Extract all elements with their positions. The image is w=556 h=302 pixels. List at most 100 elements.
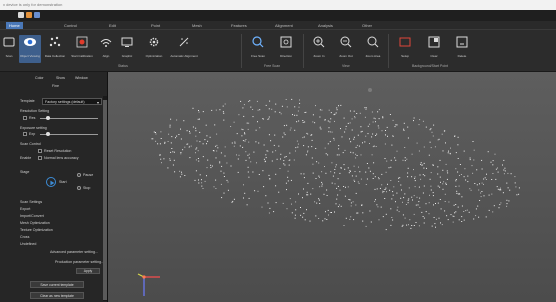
cloud-point bbox=[263, 158, 265, 160]
cloud-point bbox=[492, 164, 494, 166]
open-icon[interactable] bbox=[26, 12, 32, 18]
cloud-point bbox=[492, 160, 494, 162]
reset-template-button[interactable]: Clear as new template bbox=[30, 292, 84, 299]
zoom-in-button[interactable]: Zoom In bbox=[309, 35, 329, 63]
resolution-checkbox[interactable] bbox=[23, 116, 27, 120]
reset-resolution-checkbox[interactable] bbox=[38, 149, 42, 153]
scrollbar-thumb[interactable] bbox=[103, 100, 107, 300]
data-collection-button[interactable]: Data Collection bbox=[43, 35, 67, 63]
cloud-point bbox=[311, 157, 313, 159]
cloud-point bbox=[215, 188, 217, 189]
exposure-slider-handle[interactable] bbox=[46, 132, 50, 136]
cloud-point bbox=[407, 202, 409, 204]
cloud-point bbox=[466, 209, 468, 211]
clear-button[interactable]: Clear bbox=[425, 35, 443, 63]
production-parameter-link[interactable]: Production parameter setting... bbox=[55, 260, 104, 264]
cloud-point bbox=[167, 141, 169, 142]
cloud-point bbox=[445, 142, 446, 144]
object-viewing-button[interactable]: Object Viewing bbox=[19, 35, 41, 63]
list-item[interactable]: Import/Convert bbox=[20, 214, 44, 218]
cloud-point bbox=[438, 138, 440, 140]
start-play-button[interactable] bbox=[46, 177, 56, 187]
cloud-point bbox=[287, 176, 289, 178]
optimization-button[interactable]: Optimization bbox=[141, 35, 167, 63]
cloud-point bbox=[455, 168, 457, 170]
cloud-point bbox=[375, 135, 377, 136]
tab-color[interactable]: Color bbox=[35, 76, 44, 80]
align-button[interactable]: Align bbox=[97, 35, 115, 63]
stop-radio[interactable] bbox=[77, 186, 81, 190]
zoom-area-button[interactable]: Zoom Area bbox=[363, 35, 383, 63]
cloud-point bbox=[437, 202, 439, 204]
menu-point[interactable]: Point bbox=[151, 23, 160, 28]
setup-button[interactable]: Setup bbox=[396, 35, 414, 63]
save-template-button[interactable]: Save current template bbox=[30, 281, 84, 288]
tab-window[interactable]: Window bbox=[75, 76, 88, 80]
tab-show[interactable]: Show bbox=[56, 76, 65, 80]
cloud-point bbox=[295, 201, 297, 203]
cloud-point bbox=[420, 162, 422, 164]
cloud-point bbox=[347, 167, 349, 169]
cloud-point bbox=[195, 170, 197, 172]
new-icon[interactable] bbox=[18, 12, 24, 18]
normal-lens-checkbox[interactable] bbox=[38, 156, 42, 160]
menu-other[interactable]: Other bbox=[362, 23, 372, 28]
cloud-point bbox=[280, 158, 281, 160]
menu-mesh[interactable]: Mesh bbox=[192, 23, 202, 28]
cloud-point bbox=[205, 124, 207, 126]
cloud-point bbox=[481, 182, 483, 184]
panel-scrollbar[interactable] bbox=[103, 96, 107, 301]
start-calibration-button[interactable]: Start Calibration bbox=[69, 35, 95, 63]
exposure-checkbox[interactable] bbox=[23, 132, 27, 136]
menu-edit[interactable]: Edit bbox=[109, 23, 116, 28]
zoom-out-button[interactable]: Zoom Out bbox=[336, 35, 356, 63]
delete-button[interactable]: Delete bbox=[453, 35, 471, 63]
cloud-point bbox=[394, 157, 396, 159]
cloud-point bbox=[447, 219, 449, 221]
list-item[interactable]: Cross bbox=[20, 235, 29, 239]
start-label: Start bbox=[59, 180, 67, 184]
save-icon[interactable] bbox=[34, 12, 40, 18]
cloud-point bbox=[338, 145, 340, 147]
resolution-slider-handle[interactable] bbox=[46, 116, 50, 120]
menu-control[interactable]: Control bbox=[64, 23, 77, 28]
cloud-point bbox=[396, 192, 398, 194]
cloud-point bbox=[174, 171, 176, 173]
cloud-point bbox=[414, 176, 416, 178]
list-item[interactable]: Texture Optimization bbox=[20, 228, 53, 232]
cloud-point bbox=[172, 151, 174, 153]
cloud-point bbox=[199, 174, 201, 176]
cloud-point bbox=[297, 146, 299, 148]
cloud-point bbox=[243, 197, 244, 199]
direction-button[interactable]: Direction bbox=[276, 35, 296, 63]
menu-analysis[interactable]: Analysis bbox=[318, 23, 333, 28]
cloud-point bbox=[331, 182, 333, 184]
cloud-point bbox=[441, 224, 443, 226]
list-item[interactable]: Export bbox=[20, 207, 30, 211]
graphic-button[interactable]: Graphic bbox=[117, 35, 137, 63]
free-scan-button[interactable]: Free Scan bbox=[248, 35, 268, 63]
cloud-point bbox=[443, 130, 445, 132]
menu-features[interactable]: Features bbox=[231, 23, 247, 28]
menu-home[interactable]: Home bbox=[6, 22, 23, 29]
cloud-point bbox=[172, 164, 174, 166]
template-select[interactable]: Factory settings (default) ▾ bbox=[42, 98, 102, 105]
list-item[interactable]: Mesh Optimization bbox=[20, 221, 50, 225]
cloud-point bbox=[199, 141, 201, 143]
magnifier-icon bbox=[252, 36, 264, 48]
crop-icon bbox=[280, 36, 292, 48]
advanced-parameter-link[interactable]: Advanced parameter setting... bbox=[50, 250, 98, 254]
menu-alignment[interactable]: Alignment bbox=[275, 23, 293, 28]
pause-radio[interactable] bbox=[77, 173, 81, 177]
cloud-point bbox=[353, 165, 355, 167]
list-item[interactable]: Undefined bbox=[20, 242, 36, 246]
automatic-alignment-button[interactable]: Automatic Alignment bbox=[170, 35, 198, 63]
cloud-point bbox=[350, 202, 352, 204]
3d-viewport[interactable] bbox=[108, 72, 556, 302]
cloud-point bbox=[335, 164, 337, 166]
cloud-point bbox=[353, 219, 355, 221]
cloud-point bbox=[413, 120, 414, 122]
cloud-point bbox=[432, 135, 434, 137]
apply-button[interactable]: Apply bbox=[76, 268, 100, 274]
scan-button[interactable]: Scan bbox=[0, 35, 18, 63]
